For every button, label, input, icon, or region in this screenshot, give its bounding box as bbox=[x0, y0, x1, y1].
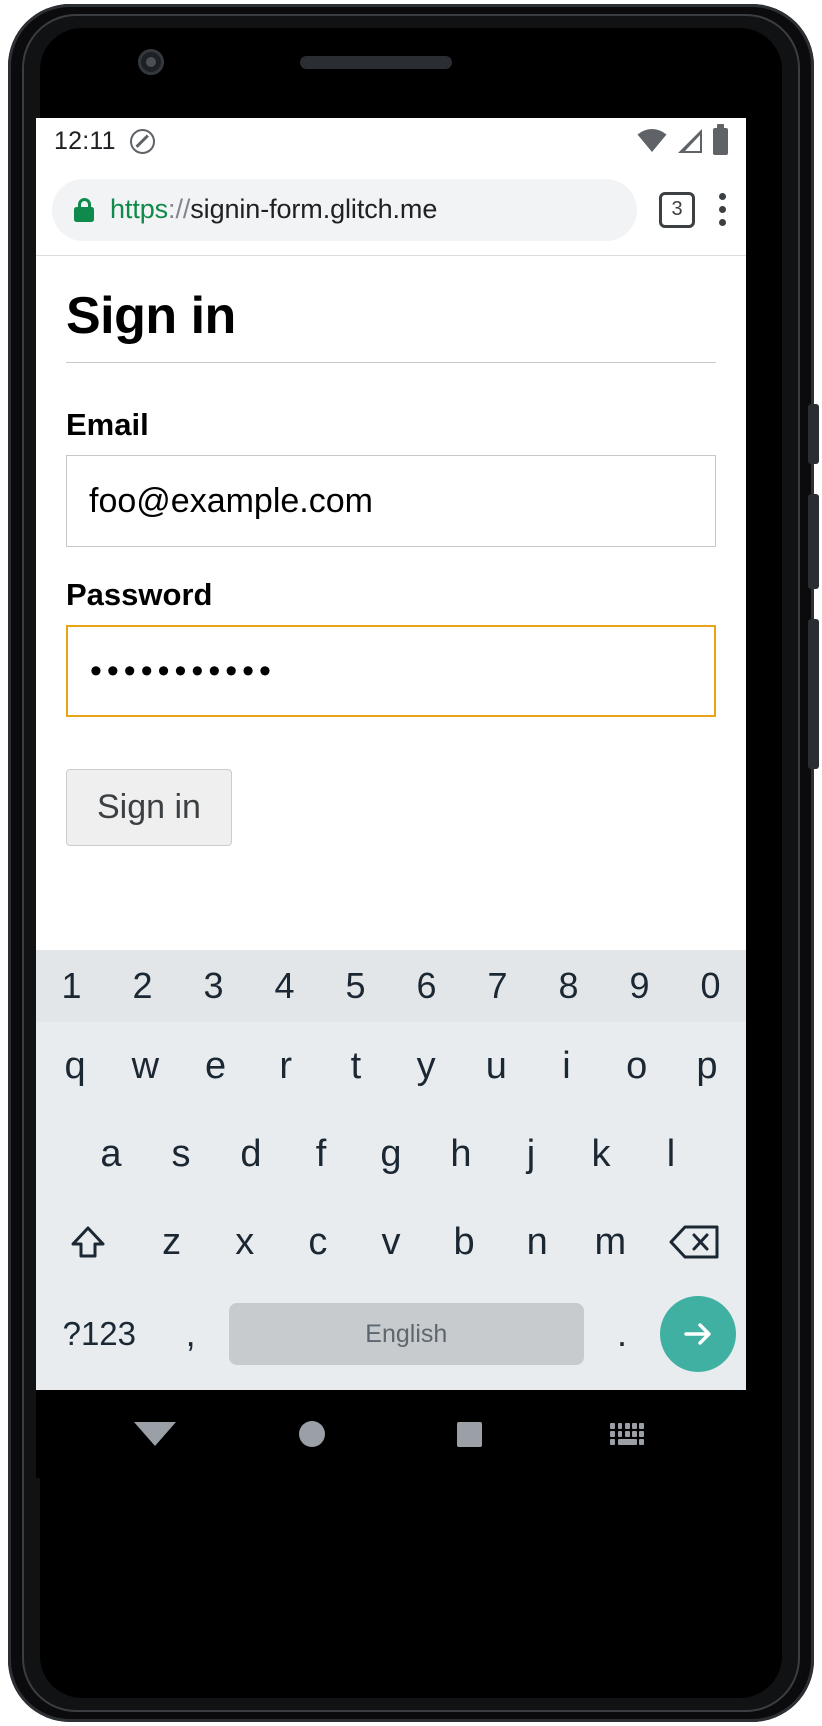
key-t[interactable]: t bbox=[321, 1022, 391, 1110]
keyboard-row-zxcv: z x c v b n m bbox=[36, 1198, 746, 1286]
key-9[interactable]: 9 bbox=[604, 950, 675, 1022]
key-x[interactable]: x bbox=[208, 1198, 281, 1286]
earpiece-speaker bbox=[300, 56, 452, 69]
keyboard-row-bottom: ?123 , English . bbox=[36, 1286, 746, 1382]
key-o[interactable]: o bbox=[602, 1022, 672, 1110]
status-notification-icons bbox=[129, 128, 155, 154]
key-s[interactable]: s bbox=[146, 1110, 216, 1198]
email-field-group: Email foo@example.com bbox=[66, 407, 716, 547]
backspace-key[interactable] bbox=[647, 1198, 742, 1286]
title-divider bbox=[66, 362, 716, 363]
key-g[interactable]: g bbox=[356, 1110, 426, 1198]
key-m[interactable]: m bbox=[574, 1198, 647, 1286]
url-host: signin-form.glitch.me bbox=[190, 194, 438, 224]
nav-back-button[interactable] bbox=[115, 1404, 195, 1464]
key-j[interactable]: j bbox=[496, 1110, 566, 1198]
status-time: 12:11 bbox=[54, 126, 116, 155]
android-nav-bar bbox=[36, 1390, 746, 1478]
hide-keyboard-icon bbox=[610, 1423, 645, 1445]
space-key[interactable]: English bbox=[228, 1303, 585, 1365]
key-2[interactable]: 2 bbox=[107, 950, 178, 1022]
side-button-power[interactable] bbox=[808, 494, 819, 589]
key-q[interactable]: q bbox=[40, 1022, 110, 1110]
wifi-icon bbox=[637, 129, 667, 152]
key-1[interactable]: 1 bbox=[36, 950, 107, 1022]
key-v[interactable]: v bbox=[354, 1198, 427, 1286]
key-i[interactable]: i bbox=[531, 1022, 601, 1110]
side-button-top[interactable] bbox=[808, 404, 819, 464]
email-label: Email bbox=[66, 407, 149, 442]
key-p[interactable]: p bbox=[672, 1022, 742, 1110]
key-8[interactable]: 8 bbox=[533, 950, 604, 1022]
key-z[interactable]: z bbox=[135, 1198, 208, 1286]
key-0[interactable]: 0 bbox=[675, 950, 746, 1022]
back-icon bbox=[133, 1422, 176, 1446]
key-w[interactable]: w bbox=[110, 1022, 180, 1110]
key-c[interactable]: c bbox=[281, 1198, 354, 1286]
url-bar[interactable]: https://signin-form.glitch.me bbox=[52, 178, 637, 241]
lock-icon bbox=[74, 197, 94, 222]
page-content: Sign in Email foo@example.com Password •… bbox=[36, 256, 746, 946]
sign-in-button[interactable]: Sign in bbox=[66, 769, 232, 846]
key-4[interactable]: 4 bbox=[249, 950, 320, 1022]
nav-recents-button[interactable] bbox=[430, 1404, 510, 1464]
key-r[interactable]: r bbox=[251, 1022, 321, 1110]
keyboard-row-qwerty: q w e r t y u i o p bbox=[36, 1022, 746, 1110]
key-3[interactable]: 3 bbox=[178, 950, 249, 1022]
url-text: https://signin-form.glitch.me bbox=[110, 194, 437, 225]
comma-key[interactable]: , bbox=[159, 1313, 223, 1355]
key-6[interactable]: 6 bbox=[391, 950, 462, 1022]
front-camera-icon bbox=[138, 49, 164, 75]
key-5[interactable]: 5 bbox=[320, 950, 391, 1022]
key-7[interactable]: 7 bbox=[462, 950, 533, 1022]
url-scheme: https bbox=[110, 194, 169, 224]
key-d[interactable]: d bbox=[216, 1110, 286, 1198]
recents-icon bbox=[457, 1421, 483, 1447]
shift-icon bbox=[71, 1226, 105, 1258]
phone-screen: 12:11 https://signin-form.glitch.me 3 Si… bbox=[36, 118, 746, 1390]
battery-icon bbox=[713, 123, 728, 155]
password-masked-value: ••••••••••• bbox=[90, 652, 276, 690]
status-bar: 12:11 bbox=[36, 118, 746, 164]
email-input[interactable]: foo@example.com bbox=[66, 455, 716, 547]
key-k[interactable]: k bbox=[566, 1110, 636, 1198]
key-h[interactable]: h bbox=[426, 1110, 496, 1198]
side-button-volume[interactable] bbox=[808, 619, 819, 769]
cell-signal-icon bbox=[678, 129, 702, 153]
enter-key[interactable] bbox=[659, 1296, 736, 1372]
symbols-key[interactable]: ?123 bbox=[46, 1315, 153, 1353]
password-label: Password bbox=[66, 577, 213, 612]
password-input[interactable]: ••••••••••• bbox=[66, 625, 716, 717]
page-title: Sign in bbox=[66, 287, 236, 345]
key-e[interactable]: e bbox=[180, 1022, 250, 1110]
key-n[interactable]: n bbox=[501, 1198, 574, 1286]
virtual-keyboard: 1 2 3 4 5 6 7 8 9 0 q w e r t y u i o p … bbox=[36, 950, 746, 1390]
arrow-right-icon bbox=[684, 1323, 711, 1345]
key-u[interactable]: u bbox=[461, 1022, 531, 1110]
tab-counter-button[interactable]: 3 bbox=[659, 191, 695, 228]
key-y[interactable]: y bbox=[391, 1022, 461, 1110]
key-l[interactable]: l bbox=[636, 1110, 706, 1198]
backspace-icon bbox=[669, 1225, 719, 1259]
url-separator: :// bbox=[168, 194, 191, 224]
browser-toolbar: https://signin-form.glitch.me 3 bbox=[36, 164, 746, 256]
key-b[interactable]: b bbox=[428, 1198, 501, 1286]
key-a[interactable]: a bbox=[76, 1110, 146, 1198]
key-f[interactable]: f bbox=[286, 1110, 356, 1198]
keyboard-number-row: 1 2 3 4 5 6 7 8 9 0 bbox=[36, 950, 746, 1022]
keyboard-row-asdf: a s d f g h j k l bbox=[36, 1110, 746, 1198]
do-not-disturb-icon bbox=[129, 128, 155, 154]
period-key[interactable]: . bbox=[590, 1313, 654, 1355]
nav-hide-keyboard-button[interactable] bbox=[587, 1404, 667, 1464]
home-icon bbox=[299, 1421, 326, 1447]
password-field-group: Password ••••••••••• bbox=[66, 577, 716, 717]
shift-key[interactable] bbox=[40, 1198, 135, 1286]
status-system-icons bbox=[637, 123, 728, 155]
nav-home-button[interactable] bbox=[272, 1404, 352, 1464]
overflow-menu-icon[interactable] bbox=[719, 193, 726, 226]
